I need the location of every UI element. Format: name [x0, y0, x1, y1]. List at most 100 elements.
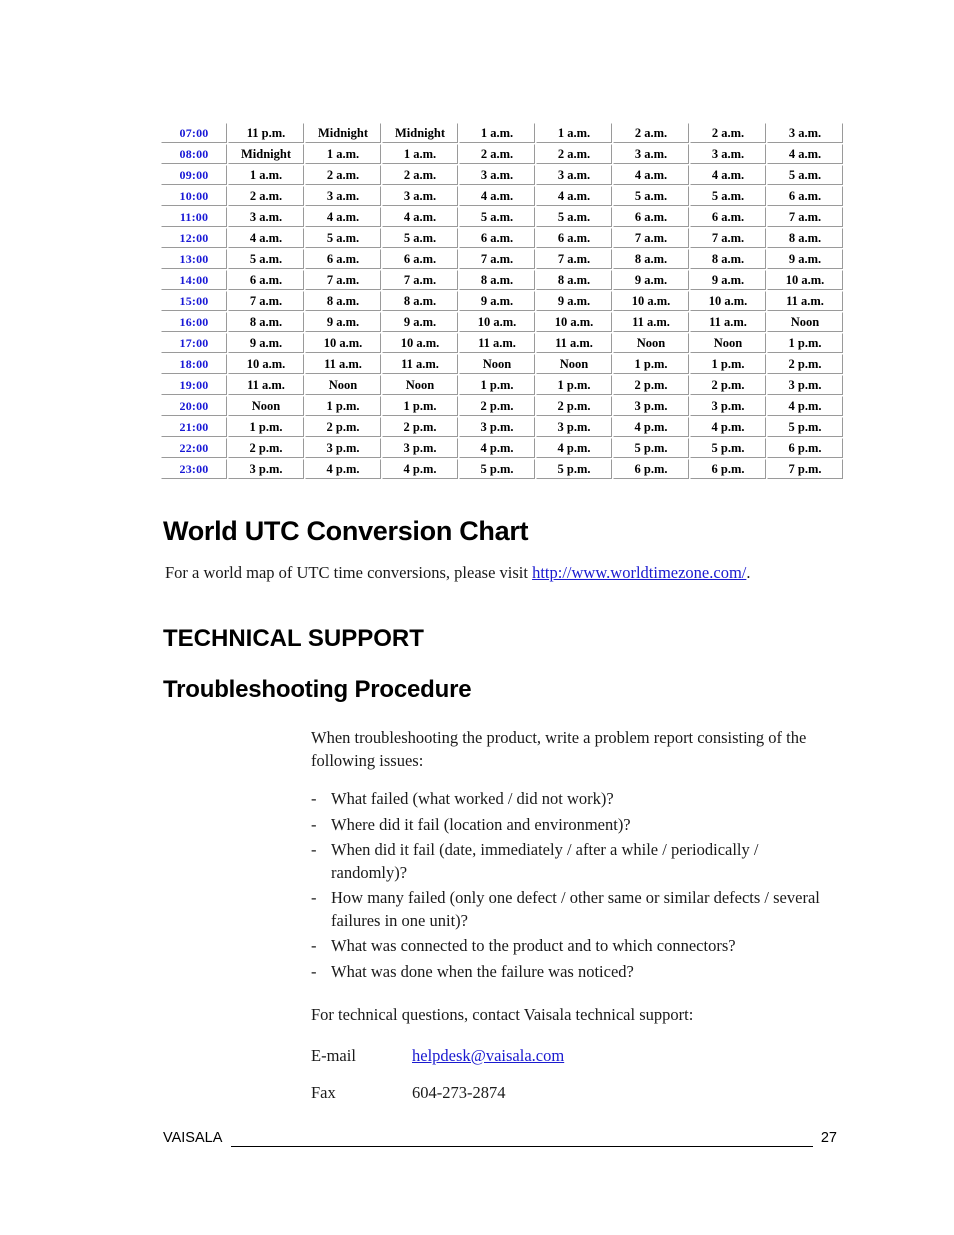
local-time-cell: 5 p.m. — [536, 459, 612, 479]
utc-time-cell: 08:00 — [161, 144, 227, 164]
local-time-cell: 3 a.m. — [305, 186, 381, 206]
list-item-label: What was done when the failure was notic… — [331, 961, 634, 981]
bullet-dash-marker: - — [311, 840, 317, 859]
contact-label: Fax — [311, 1082, 336, 1102]
utc-time-cell: 10:00 — [161, 186, 227, 206]
local-time-cell: 2 p.m. — [459, 396, 535, 416]
local-time-cell: 4 p.m. — [767, 396, 843, 416]
local-time-cell: Noon — [382, 375, 458, 395]
local-time-cell: 3 a.m. — [613, 144, 689, 164]
local-time-cell: 1 p.m. — [690, 354, 766, 374]
local-time-cell: 2 p.m. — [690, 375, 766, 395]
local-time-cell: 11 a.m. — [536, 333, 612, 353]
local-time-cell: 1 p.m. — [613, 354, 689, 374]
local-time-cell: 2 p.m. — [305, 417, 381, 437]
utc-time-cell: 23:00 — [161, 459, 227, 479]
local-time-cell: 3 p.m. — [536, 417, 612, 437]
table-row: 12:00 4 a.m. 5 a.m. 5 a.m. 6 a.m. 6 a.m. 7 a.m… — [161, 228, 843, 248]
local-time-cell: 6 a.m. — [382, 249, 458, 269]
utc-time-cell: 09:00 — [161, 165, 227, 185]
worldtimezone-link[interactable]: http://www.worldtimezone.com/ — [532, 563, 746, 582]
local-time-cell: 4 a.m. — [382, 207, 458, 227]
local-time-cell: 3 p.m. — [613, 396, 689, 416]
table-row: 19:00 11 a.m. Noon Noon 1 p.m. 1 p.m. 2 p.m. 2 … — [161, 375, 843, 395]
local-time-cell: 2 p.m. — [536, 396, 612, 416]
local-time-cell: 7 a.m. — [767, 207, 843, 227]
contact-label: E-mail — [311, 1045, 356, 1065]
table-row: 07:00 11 p.m. Midnight Midnight 1 a.m. 1 a.m.… — [161, 123, 843, 143]
local-time-cell: 1 p.m. — [459, 375, 535, 395]
table-row: 09:00 1 a.m. 2 a.m. 2 a.m. 3 a.m. 3 a.m. 4 a.m… — [161, 165, 843, 185]
list-item: - What failed (what worked / did not work… — [311, 788, 827, 811]
local-time-cell: 2 a.m. — [459, 144, 535, 164]
local-time-cell: 10 a.m. — [228, 354, 304, 374]
local-time-cell: 4 p.m. — [536, 438, 612, 458]
local-time-cell: Noon — [459, 354, 535, 374]
table-row: 17:00 9 a.m. 10 a.m. 10 a.m. 11 a.m. 11 a.m. N… — [161, 333, 843, 353]
utc-time-cell: 15:00 — [161, 291, 227, 311]
local-time-cell: 5 a.m. — [228, 249, 304, 269]
local-time-cell: 8 a.m. — [613, 249, 689, 269]
list-item-label: When did it fail (date, immediately / af… — [331, 840, 759, 882]
list-item: - When did it fail (date, immediately / a… — [311, 839, 827, 884]
local-time-cell: 6 a.m. — [459, 228, 535, 248]
helpdesk-email-link[interactable]: helpdesk@vaisala.com — [412, 1045, 564, 1068]
local-time-cell: 9 a.m. — [690, 270, 766, 290]
local-time-cell: Noon — [228, 396, 304, 416]
local-time-cell: 11 a.m. — [767, 291, 843, 311]
local-time-cell: 5 a.m. — [690, 186, 766, 206]
local-time-cell: 2 p.m. — [613, 375, 689, 395]
utc-conversion-table-container: 07:00 11 p.m. Midnight Midnight 1 a.m. 1 a.m.… — [160, 122, 844, 480]
list-item-label: What was connected to the product and to… — [331, 936, 736, 955]
local-time-cell: 5 p.m. — [459, 459, 535, 479]
local-time-cell: 11 p.m. — [228, 123, 304, 143]
local-time-cell: 8 a.m. — [536, 270, 612, 290]
local-time-cell: 1 p.m. — [382, 396, 458, 416]
list-item-label: How many failed (only one defect / other… — [331, 888, 820, 930]
local-time-cell: 4 a.m. — [613, 165, 689, 185]
local-time-cell: 6 p.m. — [613, 459, 689, 479]
local-time-cell: 4 p.m. — [305, 459, 381, 479]
local-time-cell: 4 a.m. — [305, 207, 381, 227]
table-row: 18:00 10 a.m. 11 a.m. 11 a.m. Noon Noon 1 p.m.… — [161, 354, 843, 374]
utc-time-cell: 11:00 — [161, 207, 227, 227]
local-time-cell: Noon — [767, 312, 843, 332]
local-time-cell: 4 p.m. — [459, 438, 535, 458]
utc-time-cell: 17:00 — [161, 333, 227, 353]
local-time-cell: 3 a.m. — [228, 207, 304, 227]
local-time-cell: 1 a.m. — [228, 165, 304, 185]
local-time-cell: 4 a.m. — [690, 165, 766, 185]
local-time-cell: 3 a.m. — [690, 144, 766, 164]
footer-company-name: VAISALA — [163, 1130, 223, 1146]
local-time-cell: 9 a.m. — [228, 333, 304, 353]
local-time-cell: Noon — [613, 333, 689, 353]
troubleshooting-body: When troubleshooting the product, write … — [311, 727, 821, 1119]
local-time-cell: 2 a.m. — [536, 144, 612, 164]
local-time-cell: 2 p.m. — [228, 438, 304, 458]
local-time-cell: 2 p.m. — [382, 417, 458, 437]
contact-value: 604-273-2874 — [412, 1082, 506, 1102]
local-time-cell: 7 a.m. — [305, 270, 381, 290]
utc-time-cell: 22:00 — [161, 438, 227, 458]
local-time-cell: 7 a.m. — [228, 291, 304, 311]
local-time-cell: 10 a.m. — [305, 333, 381, 353]
table-row: 23:00 3 p.m. 4 p.m. 4 p.m. 5 p.m. 5 p.m. 6 p.m… — [161, 459, 843, 479]
local-time-cell: 11 a.m. — [382, 354, 458, 374]
local-time-cell: 11 a.m. — [459, 333, 535, 353]
local-time-cell: 10 a.m. — [690, 291, 766, 311]
utc-time-cell: 20:00 — [161, 396, 227, 416]
local-time-cell: Midnight — [228, 144, 304, 164]
bullet-dash-marker: - — [311, 936, 317, 955]
utc-time-cell: 21:00 — [161, 417, 227, 437]
document-page: 07:00 11 p.m. Midnight Midnight 1 a.m. 1 a.m.… — [0, 0, 954, 1235]
utc-time-cell: 14:00 — [161, 270, 227, 290]
table-row: 15:00 7 a.m. 8 a.m. 8 a.m. 9 a.m. 9 a.m. 10 a.… — [161, 291, 843, 311]
heading-technical-support: TECHNICAL SUPPORT — [163, 625, 424, 652]
local-time-cell: 8 a.m. — [228, 312, 304, 332]
table-row: 10:00 2 a.m. 3 a.m. 3 a.m. 4 a.m. 4 a.m. 5 a.m… — [161, 186, 843, 206]
contact-row: E-mail helpdesk@vaisala.com — [311, 1045, 821, 1082]
local-time-cell: 7 a.m. — [613, 228, 689, 248]
local-time-cell: 7 a.m. — [536, 249, 612, 269]
local-time-cell: 7 a.m. — [690, 228, 766, 248]
heading-world-utc-conversion-chart: World UTC Conversion Chart — [163, 516, 529, 546]
